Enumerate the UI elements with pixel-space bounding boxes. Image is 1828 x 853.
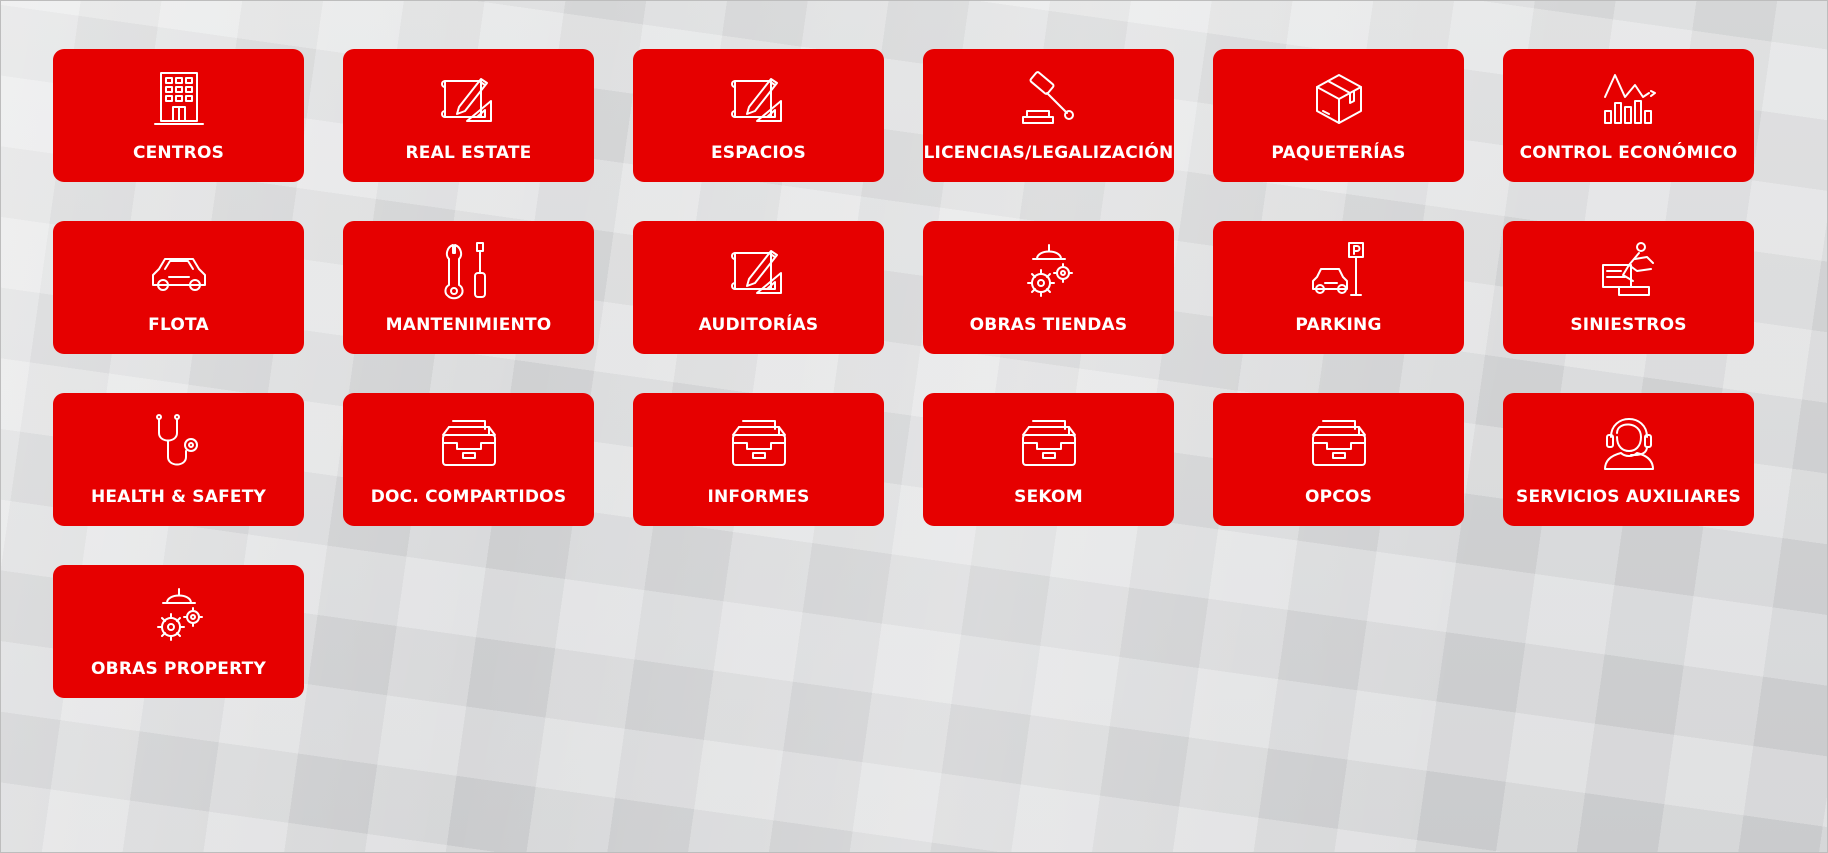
tile-label: PARKING <box>1295 315 1382 335</box>
tile-label: DOC. COMPARTIDOS <box>370 487 567 507</box>
tile-parking[interactable]: PARKING <box>1213 221 1464 354</box>
tile-label: OBRAS PROPERTY <box>91 659 266 679</box>
tile-flota[interactable]: FLOTA <box>53 221 304 354</box>
tile-mantenimiento[interactable]: MANTENIMIENTO <box>343 221 594 354</box>
tile-label: HEALTH & SAFETY <box>90 487 267 507</box>
tile-obras-tiendas[interactable]: OBRAS TIENDAS <box>923 221 1174 354</box>
tile-label: AUDITORÍAS <box>698 315 819 335</box>
tile-paqueterias[interactable]: PAQUETERÍAS <box>1213 49 1464 182</box>
blueprint-icon <box>437 67 501 131</box>
tile-label: LICENCIAS/LEGALIZACIÓN <box>923 143 1174 163</box>
tile-opcos[interactable]: OPCOS <box>1213 393 1464 526</box>
tile-control-economico[interactable]: CONTROL ECONÓMICO <box>1503 49 1754 182</box>
tile-espacios[interactable]: ESPACIOS <box>633 49 884 182</box>
tile-centros[interactable]: CENTROS <box>53 49 304 182</box>
tile-label: PAQUETERÍAS <box>1271 143 1406 163</box>
tile-label: CONTROL ECONÓMICO <box>1519 143 1738 163</box>
tile-health-safety[interactable]: HEALTH & SAFETY <box>53 393 304 526</box>
archive-tray-icon <box>1307 411 1371 475</box>
tile-informes[interactable]: INFORMES <box>633 393 884 526</box>
tile-auditorias[interactable]: AUDITORÍAS <box>633 221 884 354</box>
archive-tray-icon <box>437 411 501 475</box>
module-grid: CENTROS REAL ESTATE ESPACIOS LICENCIAS/L… <box>53 49 1754 698</box>
tile-label: CENTROS <box>132 143 225 163</box>
tile-obras-property[interactable]: OBRAS PROPERTY <box>53 565 304 698</box>
package-icon <box>1307 67 1371 131</box>
blueprint-icon <box>727 67 791 131</box>
tile-label: MANTENIMIENTO <box>385 315 552 335</box>
tile-label: INFORMES <box>707 487 810 507</box>
tile-label: OPCOS <box>1304 487 1373 507</box>
helmet-gears-icon <box>1017 239 1081 303</box>
parking-icon <box>1307 239 1371 303</box>
tile-label: SINIESTROS <box>1570 315 1687 335</box>
tile-label: SERVICIOS AUXILIARES <box>1516 487 1741 507</box>
tile-siniestros[interactable]: SINIESTROS <box>1503 221 1754 354</box>
car-icon <box>147 239 211 303</box>
gavel-icon <box>1017 67 1081 131</box>
helmet-gears-icon <box>147 583 211 647</box>
tile-label: REAL ESTATE <box>405 143 532 163</box>
building-icon <box>147 67 211 131</box>
stethoscope-icon <box>147 411 211 475</box>
tools-icon <box>437 239 501 303</box>
tile-label: OBRAS TIENDAS <box>969 315 1128 335</box>
bar-chart-icon <box>1597 67 1661 131</box>
tile-licencias-legalizacion[interactable]: LICENCIAS/LEGALIZACIÓN <box>923 49 1174 182</box>
tile-doc-compartidos[interactable]: DOC. COMPARTIDOS <box>343 393 594 526</box>
tile-sekom[interactable]: SEKOM <box>923 393 1174 526</box>
archive-tray-icon <box>1017 411 1081 475</box>
archive-tray-icon <box>727 411 791 475</box>
headset-icon <box>1597 411 1661 475</box>
tile-label: SEKOM <box>1014 487 1083 507</box>
tile-servicios-auxiliares[interactable]: SERVICIOS AUXILIARES <box>1503 393 1754 526</box>
accident-icon <box>1597 239 1661 303</box>
blueprint-icon <box>727 239 791 303</box>
tile-label: ESPACIOS <box>710 143 806 163</box>
tile-label: FLOTA <box>148 315 209 335</box>
tile-real-estate[interactable]: REAL ESTATE <box>343 49 594 182</box>
